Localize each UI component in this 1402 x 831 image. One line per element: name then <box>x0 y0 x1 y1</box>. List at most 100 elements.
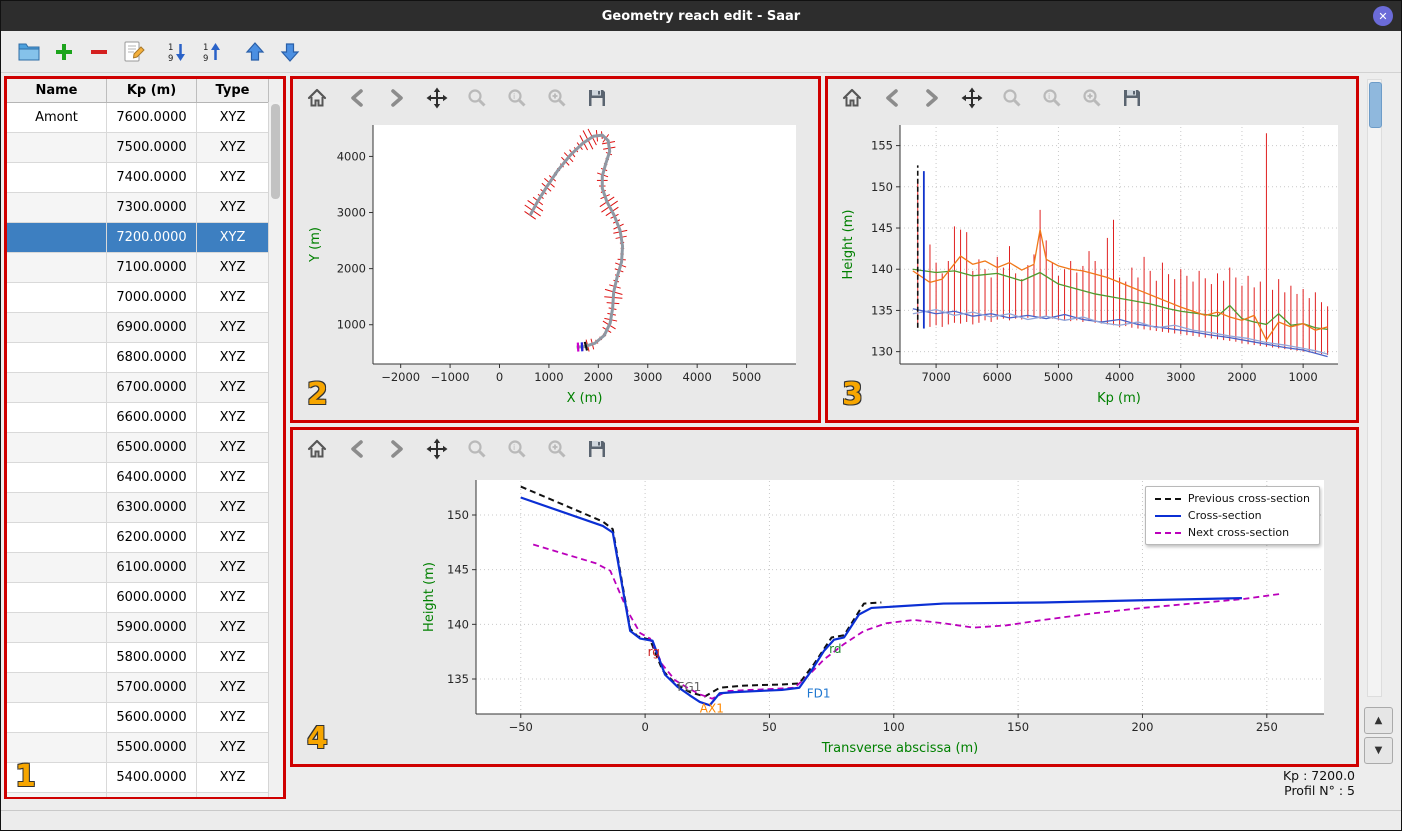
svg-text:−1000: −1000 <box>431 370 470 384</box>
cell-kp: 7000.0000 <box>107 283 197 313</box>
save-icon <box>1124 90 1140 106</box>
table-row[interactable]: 6100.0000 XYZ <box>7 553 283 583</box>
cell-name <box>7 343 107 373</box>
column-header-type[interactable]: Type <box>197 79 269 102</box>
zoom-icon <box>468 440 486 458</box>
svg-text:0: 0 <box>496 370 503 384</box>
add-profile-button[interactable] <box>50 38 77 65</box>
table-row[interactable]: 5300.0000XYZ <box>7 793 283 797</box>
scroll-down-button[interactable]: ▼ <box>1364 737 1393 764</box>
table-row[interactable]: 6000.0000 XYZ <box>7 583 283 613</box>
move-down-button[interactable] <box>276 38 303 65</box>
plot-save-button[interactable] <box>1120 86 1144 110</box>
plot-forward-button[interactable] <box>385 86 409 110</box>
sort-ascending-icon: 1 9 <box>168 43 185 63</box>
forward-icon <box>926 89 938 107</box>
table-row[interactable]: 6300.0000 XYZ <box>7 493 283 523</box>
sort-descending-button[interactable]: 1 9 <box>198 38 225 65</box>
table-scrollbar[interactable] <box>268 102 283 796</box>
window-scrollbar-thumb[interactable] <box>1369 82 1382 128</box>
table-row[interactable]: 7300.0000 XYZ <box>7 193 283 223</box>
move-up-button[interactable] <box>241 38 268 65</box>
table-row[interactable]: 5400.0000 XYZ <box>7 763 283 793</box>
table-row[interactable]: 6200.0000 XYZ <box>7 523 283 553</box>
plot-home-button[interactable] <box>305 437 329 461</box>
plot-zoom-rect-button[interactable] <box>1080 86 1104 110</box>
table-row[interactable]: 6700.0000 XYZ <box>7 373 283 403</box>
plot-forward-button[interactable] <box>385 437 409 461</box>
table-row[interactable]: 5500.0000 XYZ <box>7 733 283 763</box>
window-scrollbar[interactable] <box>1367 79 1382 697</box>
table-row[interactable]: 5700.0000 XYZ <box>7 673 283 703</box>
table-row[interactable]: 7400.0000 XYZ <box>7 163 283 193</box>
cell-kp: 6400.0000 <box>107 463 197 493</box>
cell-kp: 7500.0000 <box>107 133 197 163</box>
cell-kp: 7200.0000 <box>107 223 197 253</box>
table-row[interactable]: 5600.0000 XYZ <box>7 703 283 733</box>
table-row[interactable]: Amont 7600.0000 XYZ <box>7 103 283 133</box>
plot-back-button[interactable] <box>345 86 369 110</box>
column-header-kp[interactable]: Kp (m) <box>107 79 197 102</box>
legend: Previous cross-section Cross-section Next … <box>1144 486 1320 545</box>
edit-profile-button[interactable] <box>120 38 147 65</box>
table-row[interactable]: 7200.0000 XYZ <box>7 223 283 253</box>
plot-zoom-original-button[interactable]: i <box>505 437 529 461</box>
pan-icon <box>426 438 448 460</box>
plot-zoom-original-button[interactable]: i <box>1040 86 1064 110</box>
plot-zoom-rect-button[interactable] <box>545 86 569 110</box>
plot-home-button[interactable] <box>305 86 329 110</box>
plot-save-button[interactable] <box>585 86 609 110</box>
column-header-name[interactable]: Name <box>7 79 107 102</box>
svg-text:135: 135 <box>871 303 893 317</box>
scroll-up-button[interactable]: ▲ <box>1364 707 1393 734</box>
cell-type: XYZ <box>197 133 269 163</box>
svg-text:155: 155 <box>871 139 893 153</box>
open-geometry-button[interactable] <box>15 38 42 65</box>
sort-ascending-button[interactable]: 1 9 <box>163 38 190 65</box>
move-down-icon <box>280 42 299 62</box>
cell-name <box>7 403 107 433</box>
table-row[interactable]: 6400.0000 XYZ <box>7 463 283 493</box>
plot-forward-button[interactable] <box>920 86 944 110</box>
cell-name: Amont <box>7 103 107 133</box>
table-row[interactable]: 6900.0000 XYZ <box>7 313 283 343</box>
table-row[interactable]: 6500.0000 XYZ <box>7 433 283 463</box>
pan-icon <box>961 87 983 109</box>
plot-back-button[interactable] <box>345 437 369 461</box>
cell-type: XYZ <box>197 193 269 223</box>
plot-pan-button[interactable] <box>960 86 984 110</box>
legend-item: Next cross-section <box>1154 526 1310 539</box>
plot-zoom-original-button[interactable]: i <box>505 86 529 110</box>
table-scrollbar-thumb[interactable] <box>271 104 280 199</box>
cell-kp: 7400.0000 <box>107 163 197 193</box>
cell-name <box>7 793 107 797</box>
cell-name <box>7 763 107 793</box>
plot-home-button[interactable] <box>840 86 864 110</box>
plot-zoom-button[interactable] <box>465 437 489 461</box>
plot-zoom-rect-button[interactable] <box>545 437 569 461</box>
plot-pan-button[interactable] <box>425 86 449 110</box>
cell-type: XYZ <box>197 703 269 733</box>
plan-view-plot[interactable]: −2000 −1000 0 1000 2000 3000 4000 5000 1000 2000 3… <box>293 117 818 420</box>
table-row[interactable]: 7000.0000 XYZ <box>7 283 283 313</box>
table-row[interactable]: 5900.0000 XYZ <box>7 613 283 643</box>
table-row[interactable]: 6600.0000 XYZ <box>7 403 283 433</box>
plot-back-button[interactable] <box>880 86 904 110</box>
zoom-to-rect-icon <box>548 89 566 107</box>
cell-type: XYZ <box>197 463 269 493</box>
plot-zoom-button[interactable] <box>1000 86 1024 110</box>
close-button[interactable]: ✕ <box>1373 6 1393 26</box>
remove-profile-button[interactable] <box>85 38 112 65</box>
table-row[interactable]: 7500.0000 XYZ <box>7 133 283 163</box>
svg-text:AX1: AX1 <box>700 701 724 715</box>
profile-plot[interactable]: 7000 6000 5000 4000 3000 2000 1000 130 135 140 145… <box>828 117 1356 420</box>
table-row[interactable]: 7100.0000 XYZ <box>7 253 283 283</box>
plot-zoom-button[interactable] <box>465 86 489 110</box>
plot-toolbar: i <box>293 79 818 117</box>
zoom-to-rect-icon <box>548 440 566 458</box>
plot-pan-button[interactable] <box>425 437 449 461</box>
table-row[interactable]: 6800.0000 XYZ <box>7 343 283 373</box>
plot-save-button[interactable] <box>585 437 609 461</box>
move-up-icon <box>245 41 264 61</box>
table-row[interactable]: 5800.0000 XYZ <box>7 643 283 673</box>
